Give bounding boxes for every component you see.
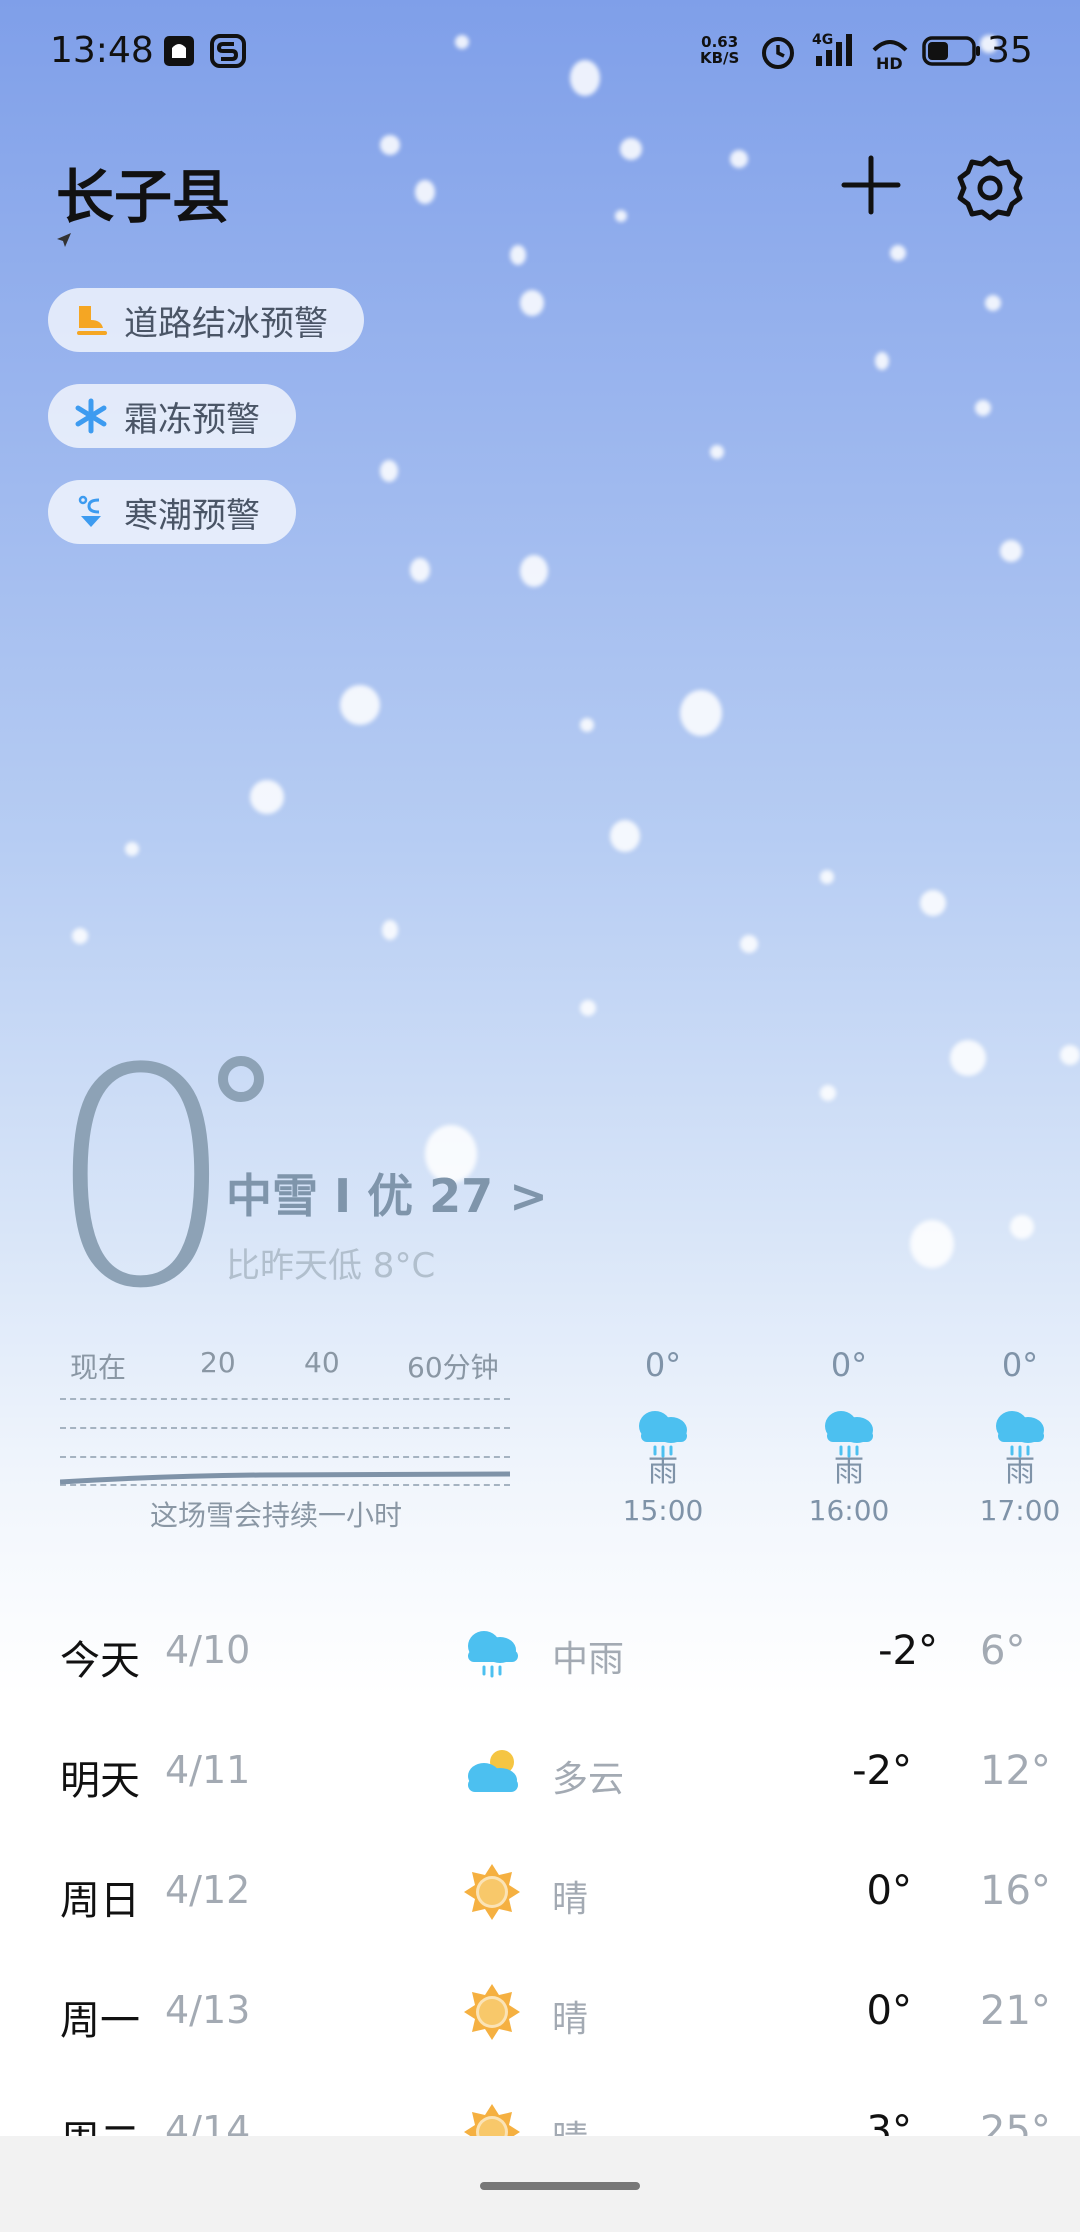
day-high: 16°: [980, 1868, 1051, 1914]
day-name: 周日: [60, 1878, 140, 1924]
day-low: 0°: [866, 1988, 912, 2034]
day-high: 21°: [980, 1988, 1051, 2034]
day-date: 4/11: [165, 1748, 251, 1792]
minute-label: 60分钟: [407, 1351, 499, 1384]
net-speed: 0.63 KB/S: [700, 34, 739, 66]
alarm-icon: [762, 37, 794, 69]
svg-text:HD: HD: [876, 54, 903, 72]
minute-label: 现在: [70, 1351, 127, 1384]
day-desc: 多云: [552, 1759, 625, 1800]
net-speed-value: 0.63: [701, 33, 739, 51]
grid-line: [60, 1398, 510, 1400]
day-name: 今天: [60, 1638, 140, 1684]
frost-icon: [72, 397, 110, 435]
status-bar: 13:48 0.63 KB/S 4G HD 35: [0, 0, 1080, 110]
rain-icon: [639, 1411, 687, 1458]
hourly-temp: 0°: [1001, 1346, 1039, 1384]
grid-line: [60, 1456, 510, 1458]
day-low: -2°: [852, 1748, 912, 1794]
hourly-time: 15:00: [622, 1494, 704, 1527]
day-desc: 晴: [552, 1879, 589, 1920]
day-name: 周一: [60, 1998, 140, 2044]
cold-wave-icon: [72, 493, 110, 531]
home-gesture-handle[interactable]: [480, 2182, 640, 2190]
rain-icon: [468, 1631, 518, 1678]
alert-road-ice[interactable]: 道路结冰预警: [48, 288, 364, 352]
alert-frost[interactable]: 霜冻预警: [48, 384, 296, 448]
rain-icon: [825, 1411, 873, 1458]
degree-symbol: [218, 1056, 264, 1102]
sun-icon: [464, 1864, 520, 1920]
day-low: -2°: [878, 1628, 938, 1674]
hourly-item[interactable]: 0° 雨 15:00: [603, 1346, 723, 1527]
compare-yesterday: 比昨天低 8°C: [226, 1246, 436, 1286]
status-time: 13:48: [50, 30, 154, 71]
day-desc: 晴: [552, 1999, 589, 2040]
hourly-temp: 0°: [830, 1346, 868, 1384]
grid-line: [60, 1427, 510, 1429]
net-speed-unit: KB/S: [700, 49, 740, 67]
hourly-time: 17:00: [979, 1494, 1061, 1527]
day-date: 4/13: [165, 1988, 251, 2032]
day-date: 4/12: [165, 1868, 251, 1912]
current-condition-aqi[interactable]: 中雪 I 优 27 >: [226, 1160, 548, 1226]
alert-label: 道路结冰预警: [124, 303, 328, 344]
daily-row[interactable]: 今天 4/10 中雨 -2° 6°: [0, 1628, 1080, 1748]
hourly-time: 16:00: [808, 1494, 890, 1527]
day-high: 12°: [980, 1748, 1051, 1794]
daily-row[interactable]: 明天 4/11 多云 -2° 12°: [0, 1748, 1080, 1868]
notification-icon: [164, 36, 194, 66]
system-nav-bar: [0, 2136, 1080, 2232]
minute-label: 20: [200, 1346, 236, 1379]
app-s-icon: [210, 34, 246, 68]
ice-road-icon: [72, 301, 110, 339]
hd-call-icon: HD: [872, 40, 908, 72]
alert-label: 霜冻预警: [124, 399, 260, 440]
daily-row[interactable]: 周一 4/13 晴 0° 21°: [0, 1984, 1080, 2108]
day-desc: 中雨: [552, 1639, 625, 1680]
partly-cloudy-icon: [468, 1750, 518, 1792]
add-city-button[interactable]: [838, 152, 904, 218]
day-low: 0°: [866, 1868, 912, 1914]
current-temperature: 0: [46, 1005, 237, 1354]
day-name: 明天: [60, 1758, 140, 1804]
settings-gear-icon[interactable]: [954, 152, 1026, 224]
day-date: 4/10: [165, 1628, 251, 1672]
minute-label: 40: [304, 1346, 340, 1379]
daily-row[interactable]: 周日 4/12 晴 0° 16°: [0, 1864, 1080, 1988]
signal-icon: 4G: [812, 32, 862, 70]
rain-icon: [996, 1411, 1044, 1458]
sun-icon: [464, 1984, 520, 2040]
battery-level: 35: [987, 30, 1033, 71]
minute-forecast-note: 这场雪会持续一小时: [150, 1499, 403, 1532]
precipitation-curve: [60, 1471, 510, 1485]
hourly-temp: 0°: [644, 1346, 682, 1384]
alert-cold-wave[interactable]: 寒潮预警: [48, 480, 296, 544]
location-arrow-icon: [57, 233, 71, 247]
hourly-item[interactable]: 0° 雨 17:00: [960, 1346, 1080, 1527]
alert-label: 寒潮预警: [124, 495, 260, 536]
hourly-item[interactable]: 0° 雨 16:00: [789, 1346, 909, 1527]
day-high: 6°: [980, 1628, 1026, 1674]
battery-icon: [922, 36, 980, 66]
city-name[interactable]: 长子县: [56, 150, 230, 234]
